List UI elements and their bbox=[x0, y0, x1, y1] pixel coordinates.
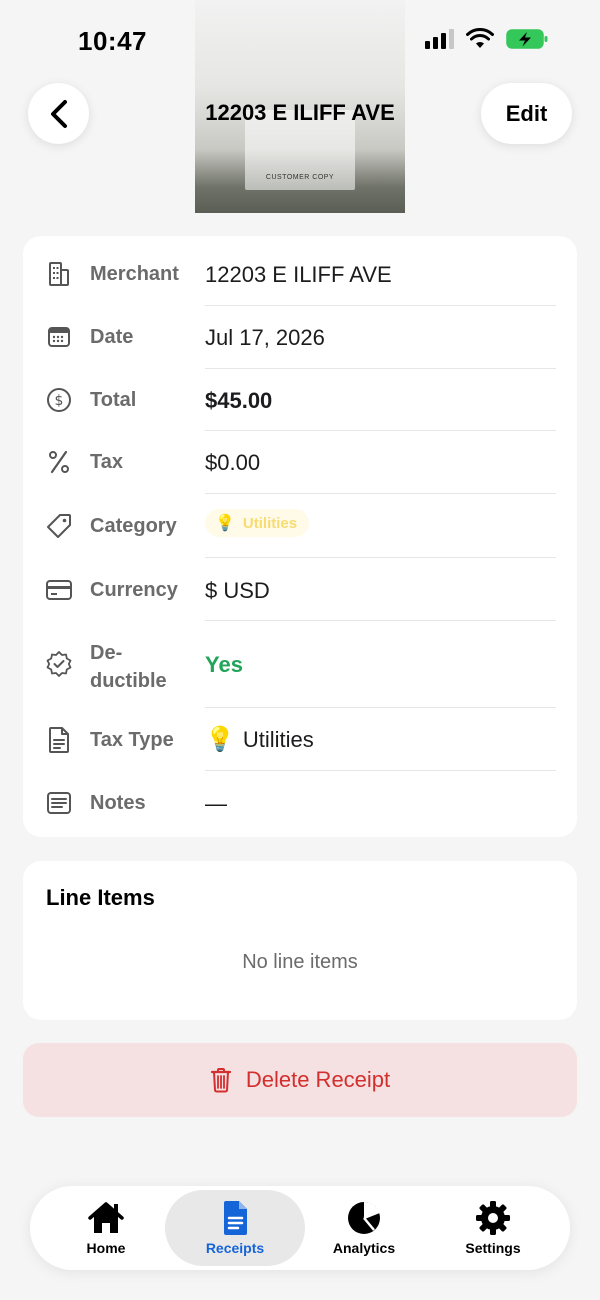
wifi-icon bbox=[466, 28, 494, 48]
cellular-signal-icon bbox=[425, 29, 454, 49]
detail-row-category: Category 💡 Utilities bbox=[23, 494, 577, 558]
building-icon bbox=[45, 260, 73, 288]
tax-type-label: Utilities bbox=[242, 726, 314, 752]
tab-analytics[interactable]: Analytics bbox=[308, 1190, 420, 1266]
detail-row-date: Date Jul 17, 2026 bbox=[23, 306, 577, 369]
notes-icon bbox=[45, 789, 73, 817]
back-button[interactable] bbox=[28, 83, 89, 144]
home-icon bbox=[88, 1202, 124, 1233]
tag-icon bbox=[45, 512, 73, 540]
detail-label: Tax bbox=[90, 451, 123, 473]
detail-row-tax-type: Tax Type 💡 Utilities bbox=[23, 708, 577, 771]
dollar-circle-icon: $ bbox=[45, 386, 73, 414]
tab-settings[interactable]: Settings bbox=[437, 1190, 549, 1266]
lightbulb-icon: 💡 bbox=[215, 515, 235, 532]
tax-type-value: 💡 Utilities bbox=[205, 725, 314, 754]
detail-label: Total bbox=[90, 389, 137, 411]
svg-text:$: $ bbox=[55, 393, 64, 409]
document-icon bbox=[45, 726, 73, 754]
detail-label: Category bbox=[90, 515, 177, 537]
tab-home[interactable]: Home bbox=[50, 1190, 162, 1266]
page-title: 12203 E ILIFF AVE bbox=[205, 100, 395, 125]
line-items-card: Line Items No line items bbox=[23, 861, 577, 1020]
tax-value: $0.00 bbox=[205, 450, 261, 475]
lightbulb-icon: 💡 bbox=[205, 726, 235, 753]
pie-chart-icon bbox=[348, 1201, 380, 1234]
tab-receipts[interactable]: Receipts bbox=[165, 1190, 305, 1266]
line-items-empty-text: No line items bbox=[242, 951, 358, 973]
deductible-value: Yes bbox=[205, 652, 243, 677]
status-time: 10:47 bbox=[78, 26, 147, 56]
detail-row-deductible: De- ductible Yes bbox=[23, 621, 577, 708]
tab-label: Home bbox=[86, 1240, 126, 1256]
battery-charging-icon bbox=[506, 29, 548, 49]
delete-receipt-button[interactable]: Delete Receipt bbox=[23, 1043, 577, 1117]
trash-icon bbox=[210, 1068, 231, 1093]
detail-label: Date bbox=[90, 326, 134, 348]
tab-bar: Home Receipts Analytics Settings bbox=[30, 1186, 570, 1270]
card-icon bbox=[45, 576, 73, 604]
detail-row-total: $ Total $45.00 bbox=[23, 369, 577, 431]
receipt-details-card: Merchant 12203 E ILIFF AVE Date Jul 17, … bbox=[23, 236, 577, 837]
edit-button[interactable]: Edit bbox=[481, 83, 572, 144]
detail-label: De- ductible bbox=[90, 642, 167, 692]
receipt-caption: CUSTOMER COPY bbox=[265, 174, 335, 181]
detail-label: Tax Type bbox=[90, 729, 174, 751]
percent-icon bbox=[45, 448, 73, 476]
receipt-icon bbox=[224, 1201, 247, 1235]
merchant-value: 12203 E ILIFF AVE bbox=[205, 262, 392, 287]
detail-row-currency: Currency $ USD bbox=[23, 558, 577, 621]
detail-label: Currency bbox=[90, 579, 178, 601]
gear-icon bbox=[476, 1201, 510, 1235]
tab-label: Settings bbox=[465, 1240, 521, 1256]
badge-check-icon bbox=[45, 650, 73, 678]
total-value: $45.00 bbox=[205, 388, 273, 413]
detail-row-merchant: Merchant 12203 E ILIFF AVE bbox=[23, 236, 577, 306]
category-value: Utilities bbox=[242, 514, 298, 532]
category-pill[interactable]: 💡 Utilities bbox=[205, 509, 310, 537]
chevron-left-icon bbox=[50, 99, 67, 128]
detail-row-notes: Notes — bbox=[23, 771, 577, 837]
date-value: Jul 17, 2026 bbox=[205, 325, 325, 350]
tab-label: Analytics bbox=[332, 1240, 396, 1256]
notes-value: — bbox=[205, 791, 227, 816]
detail-label: Notes bbox=[90, 792, 146, 814]
detail-label: Merchant bbox=[90, 263, 179, 285]
tab-label: Receipts bbox=[205, 1240, 265, 1256]
line-items-title: Line Items bbox=[46, 885, 155, 910]
currency-value: $ USD bbox=[205, 578, 270, 603]
status-icons bbox=[425, 28, 548, 50]
delete-receipt-label: Delete Receipt bbox=[245, 1067, 391, 1092]
calendar-icon bbox=[45, 323, 73, 351]
detail-row-tax: Tax $0.00 bbox=[23, 431, 577, 494]
